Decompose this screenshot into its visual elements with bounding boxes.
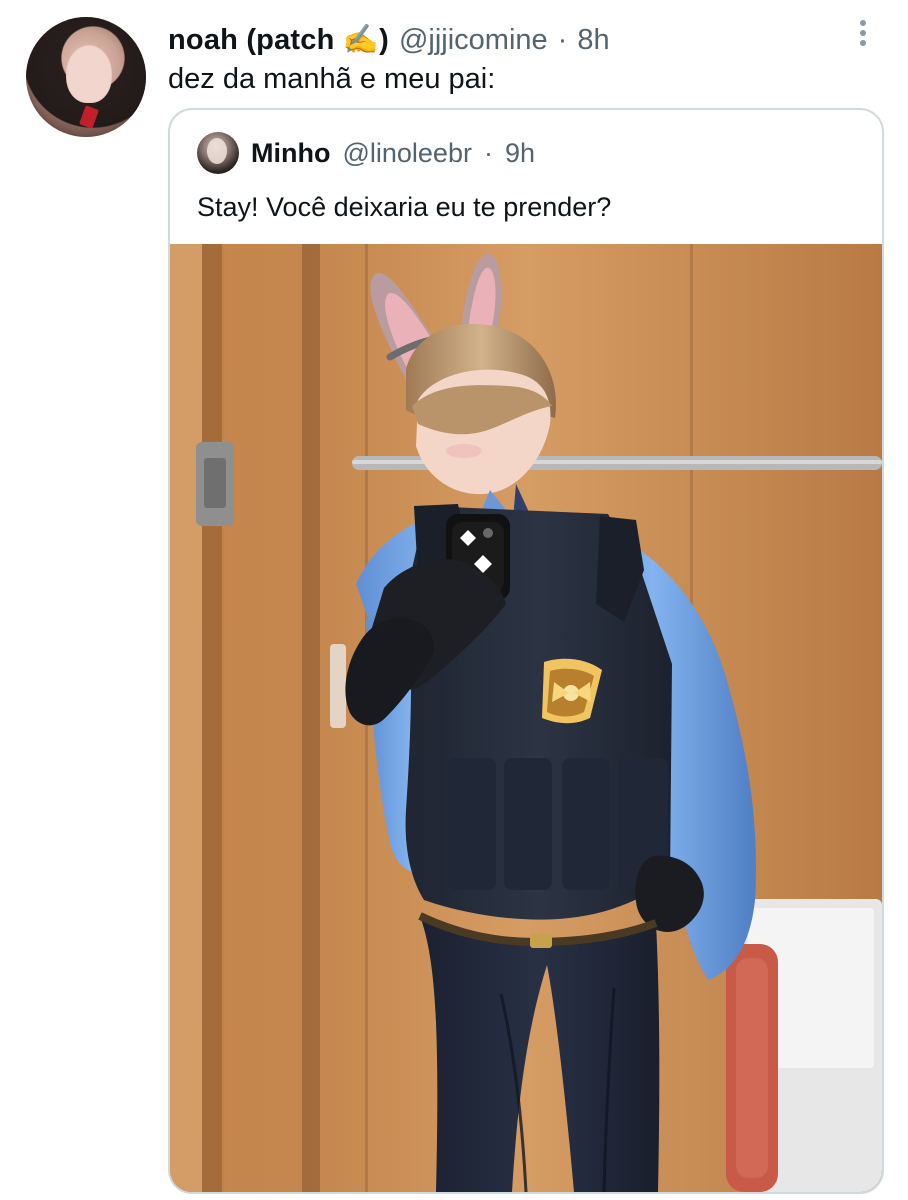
quoted-author-name[interactable]: Minho: [251, 137, 330, 169]
author-username[interactable]: @jjjicomine: [399, 22, 548, 58]
avatar-face: [66, 45, 112, 103]
tweet-header: noah (patch ✍️) @jjjicomine · 8h: [168, 22, 610, 58]
quoted-header-separator: ·: [483, 138, 493, 168]
tweet-time[interactable]: 8h: [577, 22, 609, 58]
quoted-tweet-card[interactable]: Minho @linoleebr · 9h Stay! Você deixari…: [168, 108, 884, 1194]
author-avatar[interactable]: [26, 17, 146, 137]
quoted-tweet-photo[interactable]: [170, 244, 882, 1192]
quoted-author-username[interactable]: @linoleebr: [342, 137, 471, 169]
quoted-tweet-header: Minho @linoleebr · 9h: [197, 132, 535, 174]
quoted-tweet-text: Stay! Você deixaria eu te prender?: [197, 192, 612, 222]
tweet-text: dez da manhã e meu pai:: [168, 63, 496, 95]
author-name[interactable]: noah (patch ✍️): [168, 22, 389, 58]
quoted-tweet-time[interactable]: 9h: [505, 137, 535, 169]
header-separator: ·: [557, 24, 568, 56]
more-vertical-icon[interactable]: [852, 16, 874, 50]
quoted-author-avatar[interactable]: [197, 132, 239, 174]
